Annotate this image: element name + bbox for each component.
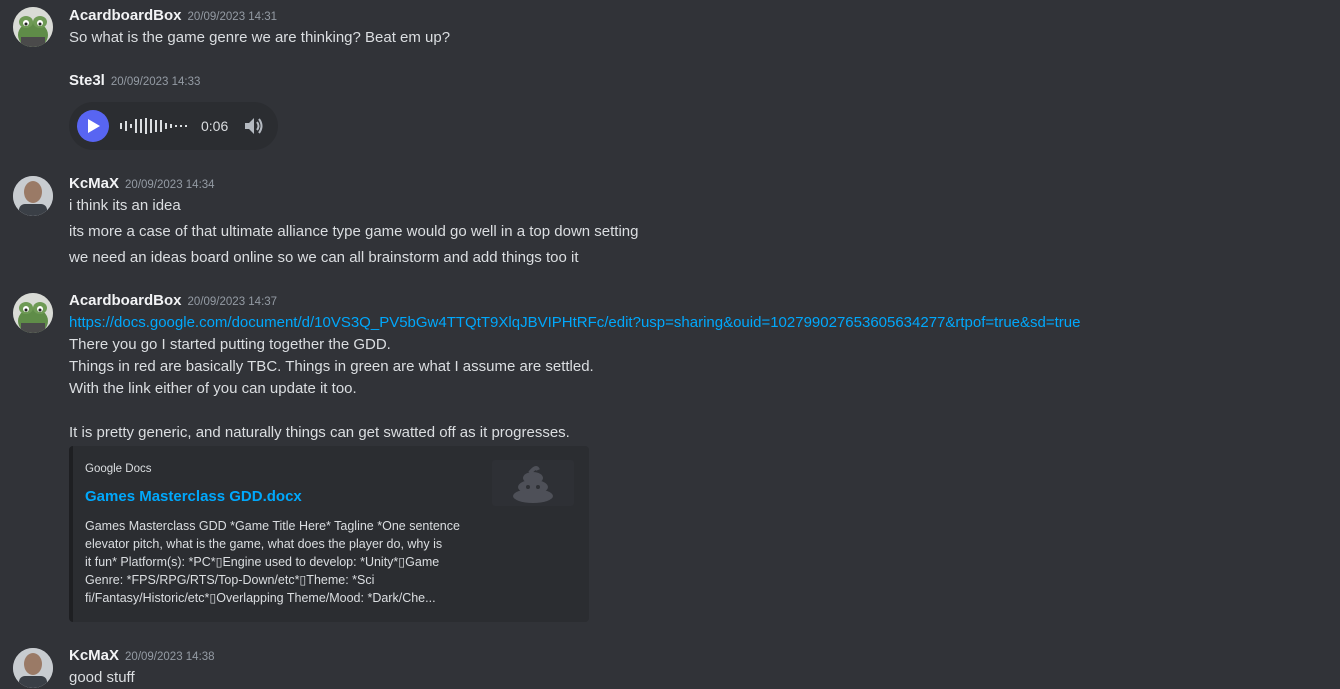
username[interactable]: AcardboardBox — [69, 292, 182, 309]
timestamp: 20/09/2023 14:37 — [187, 296, 278, 308]
audio-duration: 0:06 — [201, 118, 229, 134]
timestamp: 20/09/2023 14:31 — [187, 11, 278, 23]
avatar[interactable] — [13, 648, 53, 688]
message-text: its more a case of that ultimate allianc… — [69, 223, 639, 240]
timestamp: 20/09/2023 14:38 — [125, 651, 215, 663]
embed-description: Games Masterclass GDD *Game Title Here* … — [85, 517, 485, 607]
message-text: we need an ideas board online so we can … — [69, 249, 579, 266]
link-embed: Google Docs Games Masterclass GDD.docx G… — [69, 446, 589, 622]
message-header: KcMaX 20/09/2023 14:38 — [69, 647, 215, 664]
username[interactable]: KcMaX — [69, 647, 119, 664]
timestamp: 20/09/2023 14:33 — [110, 76, 201, 88]
embed-description-line: elevator pitch, what is the game, what d… — [85, 537, 443, 551]
volume-icon[interactable] — [243, 115, 265, 137]
embed-description-line: it fun* Platform(s): *PC*▯Engine used to… — [85, 555, 440, 569]
play-icon — [88, 119, 100, 133]
message-text: i think its an idea — [69, 197, 181, 214]
play-button[interactable] — [77, 110, 109, 142]
username[interactable]: Ste3l — [69, 72, 105, 89]
message-header: AcardboardBox 20/09/2023 14:31 — [69, 7, 277, 24]
avatar[interactable] — [13, 293, 53, 333]
avatar[interactable] — [13, 176, 53, 216]
gdd-link[interactable]: https://docs.google.com/document/d/10VS3… — [69, 314, 1080, 331]
message-header: KcMaX 20/09/2023 14:34 — [69, 175, 215, 192]
message-text: So what is the game genre we are thinkin… — [69, 29, 451, 46]
username[interactable]: AcardboardBox — [69, 7, 182, 24]
avatar[interactable] — [13, 7, 53, 47]
message-text: It is pretty generic, and naturally thin… — [69, 424, 570, 441]
timestamp: 20/09/2023 14:34 — [125, 179, 215, 191]
poop-icon — [513, 466, 553, 503]
username[interactable]: KcMaX — [69, 175, 119, 192]
embed-description-line: Genre: *FPS/RPG/RTS/Top-Down/etc*▯Theme:… — [85, 573, 375, 587]
embed-description-line: fi/Fantasy/Historic/etc*▯Overlapping The… — [85, 591, 436, 605]
embed-thumbnail[interactable] — [492, 460, 574, 506]
message-header: Ste3l 20/09/2023 14:33 — [69, 72, 200, 89]
message-text: There you go I started putting together … — [69, 336, 391, 353]
embed-description-line: Games Masterclass GDD *Game Title Here* … — [85, 519, 460, 533]
message-text: good stuff — [69, 669, 135, 686]
message-header: AcardboardBox 20/09/2023 14:37 — [69, 292, 277, 309]
waveform[interactable] — [120, 118, 192, 134]
message-text: With the link either of you can update i… — [69, 380, 357, 397]
embed-title[interactable]: Games Masterclass GDD.docx — [85, 488, 302, 505]
embed-provider[interactable]: Google Docs — [85, 463, 151, 475]
voice-message-player: 0:06 — [69, 102, 278, 150]
message-text: Things in red are basically TBC. Things … — [69, 358, 594, 375]
